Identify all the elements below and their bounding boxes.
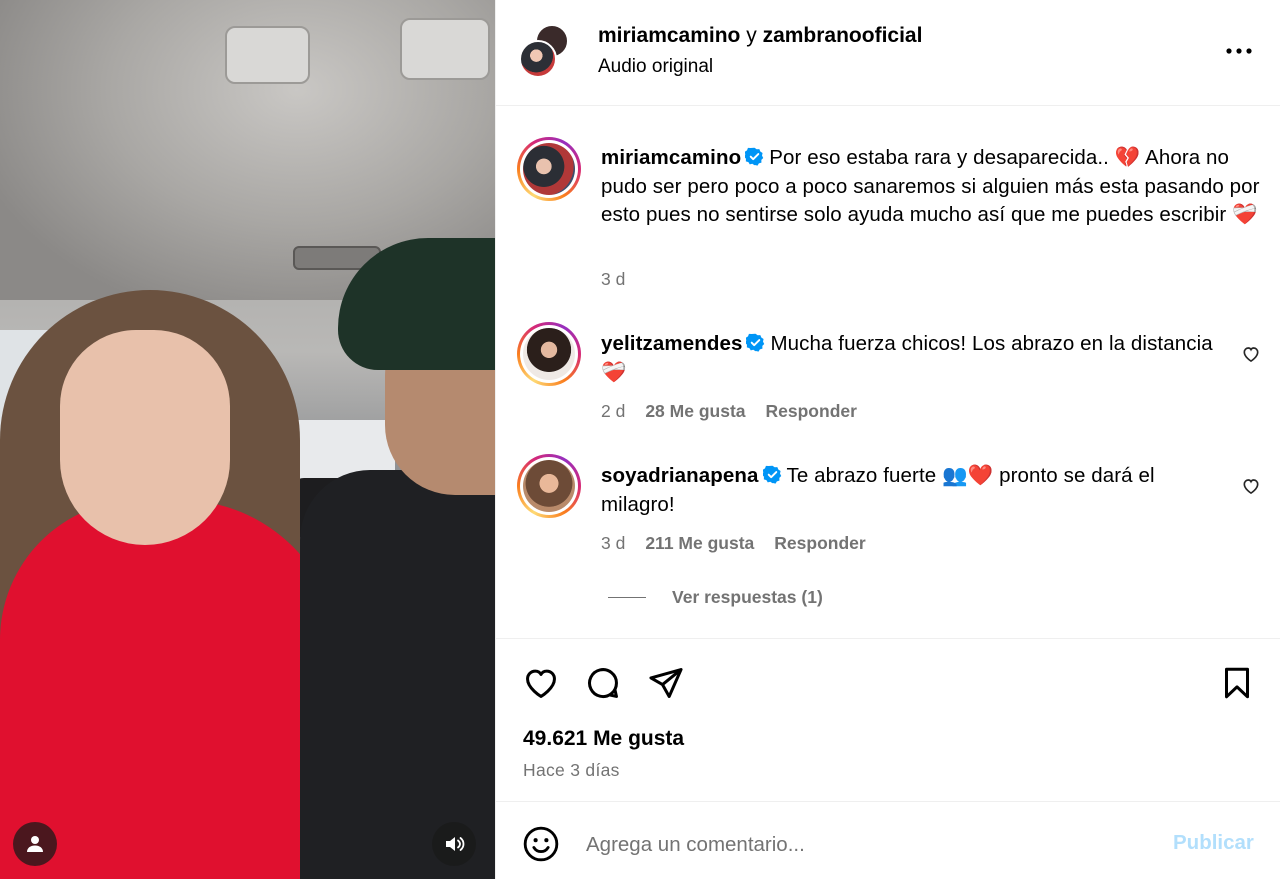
username-link[interactable]: zambranooficial (763, 24, 923, 47)
post-video[interactable] (0, 0, 495, 879)
reply-button[interactable]: Responder (766, 401, 857, 422)
avatar (523, 143, 575, 195)
like-comment-heart-icon[interactable] (1241, 344, 1261, 364)
dome-light (400, 18, 490, 80)
comment-meta: 3 d 211 Me gusta Responder (601, 533, 866, 554)
verified-badge-icon (762, 465, 781, 484)
story-ring-avatar[interactable] (517, 454, 581, 518)
comment-text: soyadrianapena Te abrazo fuerte 👥❤️ pront… (601, 462, 1221, 519)
timestamp[interactable]: 2 d (601, 401, 625, 422)
story-ring-avatar[interactable] (517, 137, 581, 201)
comments-list[interactable]: miriamcamino Por eso estaba rara y desapa… (496, 107, 1280, 637)
avatar (523, 460, 575, 512)
publish-button[interactable]: Publicar (1173, 831, 1254, 855)
audio-toggle-button[interactable] (432, 822, 476, 866)
avatar (523, 328, 575, 380)
caption-text: miriamcamino Por eso estaba rara y desapa… (601, 144, 1261, 230)
comment-composer: Publicar (496, 803, 1280, 879)
instagram-post-modal: miriamcamino y zambranooficial Audio ori… (0, 0, 1280, 879)
avatar (519, 40, 557, 78)
speaker-icon (446, 837, 465, 851)
tagged-users-button[interactable] (13, 822, 57, 866)
more-horizontal-icon (1226, 48, 1252, 54)
verified-badge-icon (746, 333, 765, 352)
timestamp[interactable]: 3 d (601, 269, 625, 290)
post-actions: 49.621 Me gusta Hace 3 días (496, 638, 1280, 802)
paper-plane-icon (649, 668, 683, 698)
person-face (60, 330, 230, 545)
post-likes-count[interactable]: 49.621 Me gusta (523, 727, 684, 751)
story-ring-avatar[interactable] (517, 322, 581, 386)
audio-label[interactable]: Audio original (598, 56, 713, 78)
user-icon (27, 836, 43, 852)
person-black-jacket (300, 470, 495, 879)
comment-text: yelitzamendes Mucha fuerza chicos! Los ab… (601, 330, 1221, 387)
caption-meta: 3 d (601, 269, 625, 290)
comment-likes-count[interactable]: 28 Me gusta (645, 401, 745, 422)
heart-icon (526, 669, 556, 698)
username-link[interactable]: yelitzamendes (601, 332, 742, 355)
bookmark-icon (1225, 667, 1249, 699)
username-link[interactable]: miriamcamino (601, 146, 741, 169)
more-options-button[interactable] (1224, 38, 1254, 64)
verified-badge-icon (745, 147, 764, 166)
like-comment-heart-icon[interactable] (1241, 476, 1261, 496)
timestamp[interactable]: 3 d (601, 533, 625, 554)
collab-usernames: miriamcamino y zambranooficial (598, 24, 922, 48)
post-header: miriamcamino y zambranooficial Audio ori… (496, 0, 1280, 106)
replies-divider (608, 597, 646, 598)
post-timestamp[interactable]: Hace 3 días (523, 760, 620, 781)
comment-likes-count[interactable]: 211 Me gusta (645, 533, 754, 554)
view-replies-button[interactable]: Ver respuestas (1) (608, 587, 823, 608)
person-red-sweater (0, 500, 340, 879)
reply-button[interactable]: Responder (774, 533, 865, 554)
comment-bubble-icon (588, 668, 618, 699)
like-button[interactable] (521, 663, 561, 703)
dome-light (225, 26, 310, 84)
share-button[interactable] (646, 663, 686, 703)
comment-button[interactable] (583, 663, 623, 703)
username-link[interactable]: soyadrianapena (601, 464, 759, 487)
save-button[interactable] (1217, 663, 1257, 703)
view-replies-label: Ver respuestas (1) (672, 587, 823, 607)
username-link[interactable]: miriamcamino (598, 24, 740, 47)
comment-input[interactable] (586, 827, 1146, 863)
comment-meta: 2 d 28 Me gusta Responder (601, 401, 857, 422)
collab-avatars[interactable] (519, 24, 575, 80)
connector-text: y (746, 24, 757, 47)
emoji-icon[interactable] (522, 825, 560, 863)
post-details-panel: miriamcamino y zambranooficial Audio ori… (495, 0, 1280, 879)
